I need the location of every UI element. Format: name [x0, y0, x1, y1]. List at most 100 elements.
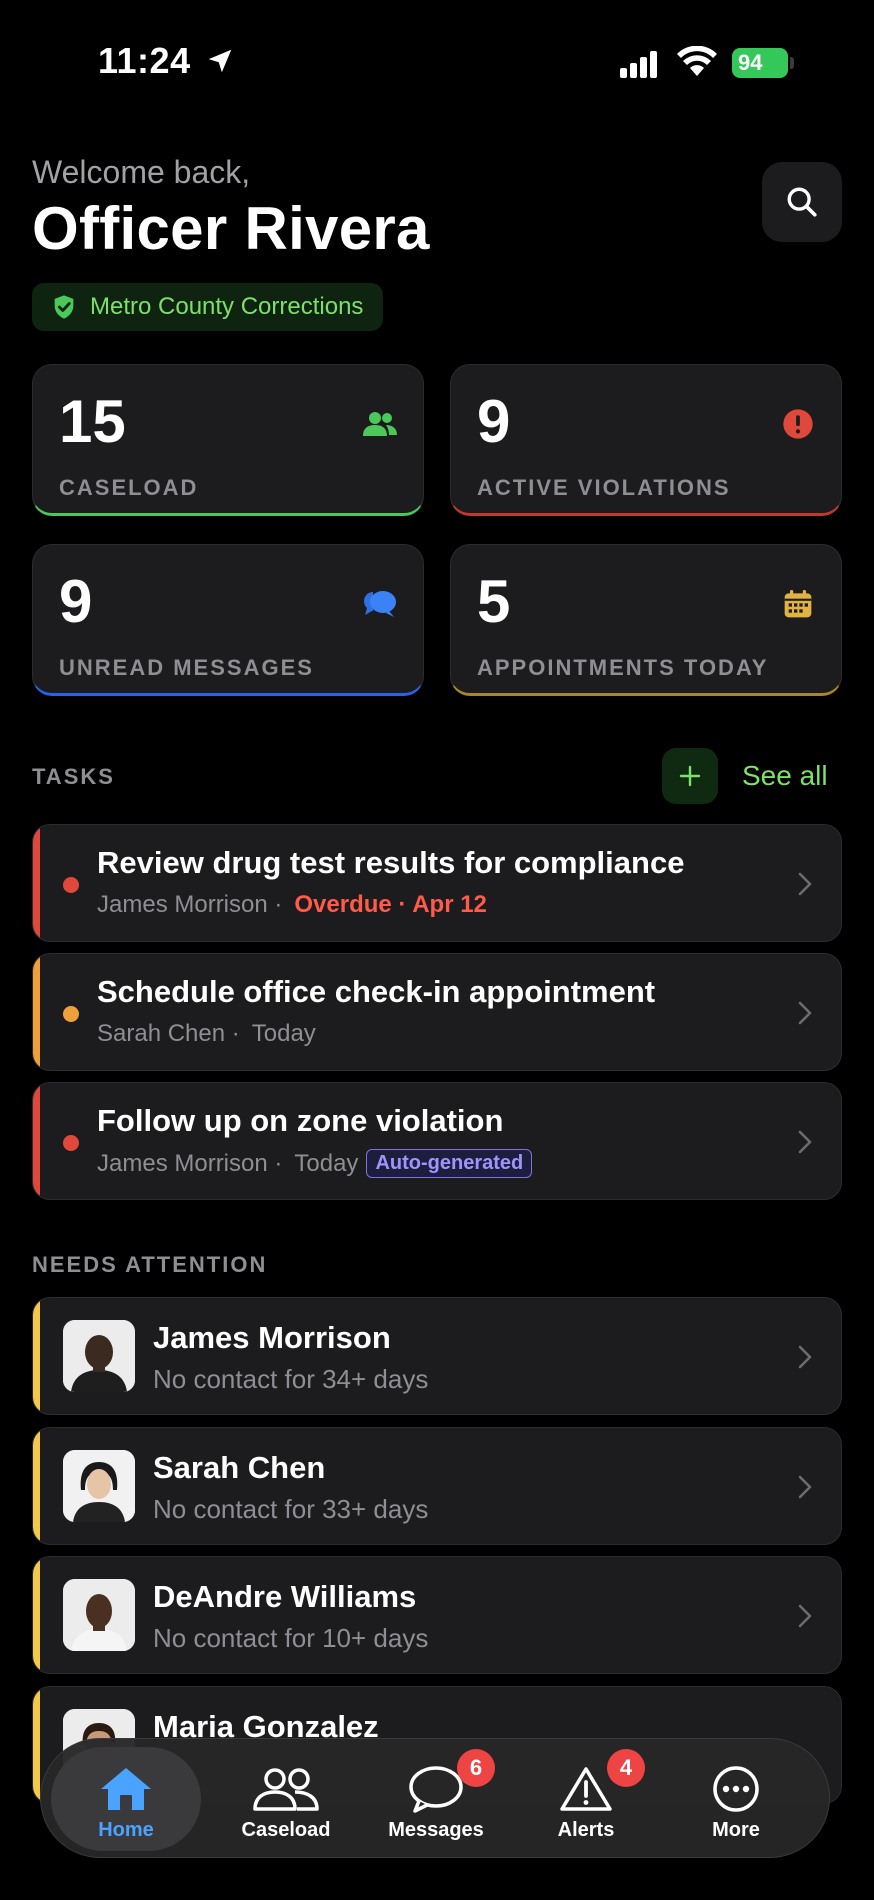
task-meta: James Morrison · Today Auto-generated [97, 1149, 533, 1178]
battery-indicator: 94 [732, 48, 788, 78]
task-title: Follow up on zone violation [97, 1103, 504, 1138]
contact-status: No contact for 10+ days [153, 1623, 429, 1653]
stat-value: 5 [477, 568, 511, 635]
task-item[interactable]: Follow up on zone violation James Morris… [32, 1082, 842, 1200]
organization-badge: Metro County Corrections [32, 283, 384, 331]
tab-label: Home [98, 1819, 154, 1841]
stat-card-caseload[interactable]: 15 CASELOAD [32, 364, 424, 516]
meta-separator: · [274, 891, 283, 918]
priority-stripe [33, 1083, 40, 1199]
tasks-section-label: TASKS [32, 764, 115, 789]
priority-dot [63, 1135, 79, 1151]
alerts-count-badge: 4 [607, 1749, 645, 1787]
alert-circle-icon [779, 405, 817, 443]
status-bar: 11:24 94 [0, 0, 874, 120]
priority-dot [63, 877, 79, 893]
see-all-tasks-link[interactable]: See all [742, 760, 828, 792]
stat-label: CASELOAD [59, 475, 199, 500]
task-person: Sarah Chen [97, 1020, 226, 1047]
location-arrow-icon [208, 49, 232, 73]
attention-stripe [33, 1557, 40, 1673]
meta-separator: · [231, 1020, 240, 1047]
stat-label: APPOINTMENTS TODAY [477, 655, 769, 680]
priority-stripe [33, 825, 40, 941]
chevron-right-icon [798, 1345, 812, 1369]
battery-level: 94 [738, 50, 763, 75]
task-title: Schedule office check-in appointment [97, 974, 656, 1009]
chevron-right-icon [798, 1001, 812, 1025]
attention-stripe [33, 1298, 40, 1414]
person-name: James Morrison [153, 1320, 391, 1355]
messages-count-badge: 6 [457, 1749, 495, 1787]
stat-value: 9 [477, 388, 511, 455]
chevron-right-icon [798, 1130, 812, 1154]
stat-card-appointments[interactable]: 5 APPOINTMENTS TODAY [450, 544, 842, 696]
task-person: James Morrison [97, 891, 268, 918]
chat-bubbles-icon [361, 585, 399, 623]
stat-label: UNREAD MESSAGES [59, 655, 314, 680]
attention-item[interactable]: DeAndre Williams No contact for 10+ days [32, 1556, 842, 1674]
stat-label: ACTIVE VIOLATIONS [477, 475, 731, 500]
tab-more[interactable]: More [661, 1747, 811, 1851]
avatar [63, 1320, 135, 1392]
chevron-right-icon [798, 872, 812, 896]
attention-item[interactable]: James Morrison No contact for 34+ days [32, 1297, 842, 1415]
task-meta: Sarah Chen · Today [97, 1020, 316, 1048]
stat-card-messages[interactable]: 9 UNREAD MESSAGES [32, 544, 424, 696]
tab-label: Caseload [241, 1819, 331, 1841]
home-icon [101, 1768, 151, 1810]
search-button[interactable] [762, 162, 842, 242]
clock: 11:24 [98, 40, 191, 81]
avatar [63, 1579, 135, 1651]
search-icon [787, 187, 817, 217]
battery-cap [790, 57, 794, 69]
task-meta: James Morrison · Overdue · Apr 12 [97, 891, 487, 919]
tab-label: Messages [388, 1819, 484, 1841]
task-due: Today [294, 1149, 359, 1177]
add-task-button[interactable] [662, 748, 718, 804]
priority-dot [63, 1006, 79, 1022]
more-dots-icon [713, 1766, 759, 1812]
wifi-icon [677, 46, 717, 76]
avatar [63, 1450, 135, 1522]
tab-caseload[interactable]: Caseload [211, 1747, 361, 1851]
task-overdue-status: Overdue · Apr 12 [294, 891, 487, 918]
contact-status: No contact for 33+ days [153, 1494, 429, 1524]
organization-name: Metro County Corrections [90, 293, 364, 320]
people-outline-icon [253, 1768, 319, 1811]
auto-generated-tag: Auto-generated [366, 1149, 533, 1178]
attention-item[interactable]: Sarah Chen No contact for 33+ days [32, 1427, 842, 1545]
warning-triangle-icon [560, 1767, 612, 1811]
task-due: Today [251, 1020, 316, 1047]
meta-separator: · [274, 1149, 283, 1177]
task-item[interactable]: Schedule office check-in appointment Sar… [32, 953, 842, 1071]
person-name: Sarah Chen [153, 1450, 326, 1485]
tab-messages[interactable]: Messages 6 [361, 1747, 511, 1851]
stat-card-violations[interactable]: 9 ACTIVE VIOLATIONS [450, 364, 842, 516]
task-title: Review drug test results for compliance [97, 845, 685, 880]
person-name: DeAndre Williams [153, 1579, 417, 1614]
needs-attention-label: NEEDS ATTENTION [32, 1252, 268, 1277]
attention-stripe [33, 1428, 40, 1544]
contact-status: No contact for 34+ days [153, 1364, 429, 1394]
chat-bubble-icon [409, 1766, 463, 1813]
welcome-text: Welcome back, [32, 154, 251, 190]
attention-stripe [33, 1687, 40, 1803]
shield-check-icon [54, 295, 74, 319]
tab-bar: Home Caseload Messages 6 Alerts 4 More [40, 1738, 830, 1858]
tab-alerts[interactable]: Alerts 4 [511, 1747, 661, 1851]
people-icon [361, 405, 399, 443]
chevron-right-icon [798, 1475, 812, 1499]
tab-home[interactable]: Home [51, 1747, 201, 1851]
chevron-right-icon [798, 1604, 812, 1628]
cellular-signal-icon [620, 51, 657, 78]
plus-icon [679, 765, 701, 787]
tab-label: Alerts [557, 1819, 615, 1841]
stat-value: 15 [59, 388, 126, 455]
task-item[interactable]: Review drug test results for compliance … [32, 824, 842, 942]
officer-name: Officer Rivera [32, 195, 430, 262]
calendar-icon [779, 585, 817, 623]
task-person: James Morrison [97, 1149, 268, 1177]
tab-label: More [712, 1819, 760, 1841]
stat-value: 9 [59, 568, 93, 635]
